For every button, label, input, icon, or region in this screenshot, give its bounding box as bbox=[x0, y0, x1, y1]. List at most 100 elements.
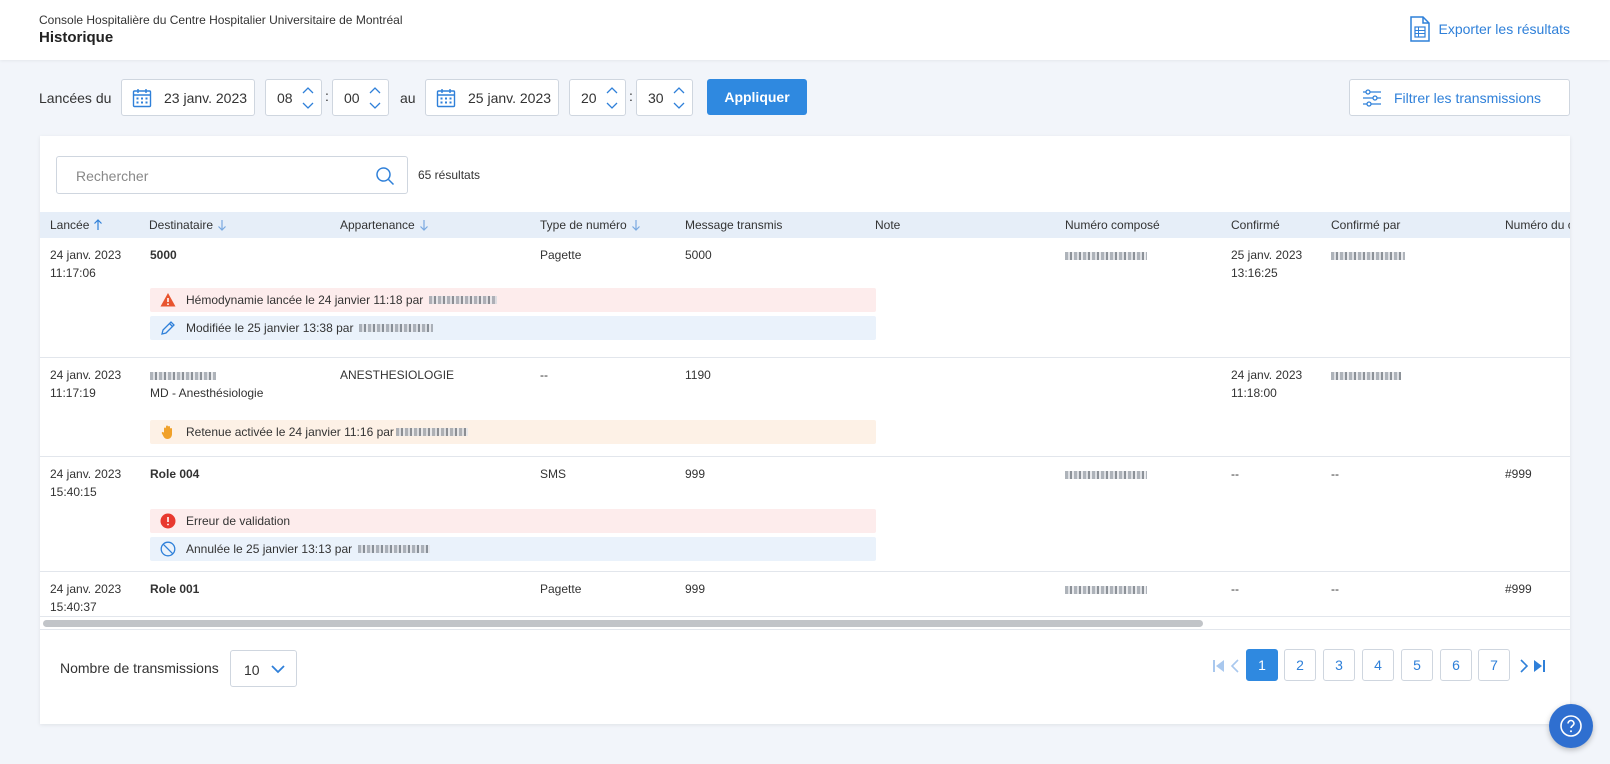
confirmed-by-cell: -- bbox=[1331, 467, 1339, 481]
column-label: Destinataire bbox=[149, 218, 214, 232]
start-hour-value: 08 bbox=[277, 90, 293, 106]
number-cell: #999 bbox=[1505, 467, 1532, 481]
dialed-number-cell bbox=[1065, 580, 1147, 598]
page-size-select[interactable]: 10 bbox=[230, 650, 297, 687]
page-button-5[interactable]: 5 bbox=[1401, 649, 1433, 681]
next-page-icon[interactable] bbox=[1517, 659, 1531, 673]
previous-page-icon[interactable] bbox=[1228, 659, 1242, 673]
cancel-icon bbox=[160, 541, 176, 557]
sort-descending-icon[interactable] bbox=[631, 219, 641, 231]
sort-ascending-icon[interactable] bbox=[93, 219, 103, 231]
recipient-cell: Role 001 bbox=[150, 582, 200, 596]
end-hour-value: 20 bbox=[581, 90, 597, 106]
column-label: Message transmis bbox=[685, 218, 783, 232]
first-page-icon[interactable] bbox=[1212, 659, 1226, 673]
column-label: Type de numéro bbox=[540, 218, 627, 232]
page-button-1[interactable]: 1 bbox=[1246, 649, 1278, 681]
document-list-icon bbox=[1409, 16, 1430, 42]
alert-text: Retenue activée le 24 janvier 11:16 par bbox=[186, 425, 394, 439]
end-minute-stepper[interactable]: 30 bbox=[636, 79, 693, 116]
export-results-label: Exporter les résultats bbox=[1438, 21, 1571, 37]
column-label: Confirmé par bbox=[1331, 218, 1401, 232]
redacted-text bbox=[1065, 585, 1147, 594]
message-cell: 999 bbox=[685, 582, 706, 596]
message-cell: 999 bbox=[685, 467, 706, 481]
page-size-label: Nombre de transmissions bbox=[60, 660, 219, 676]
page-button-7[interactable]: 7 bbox=[1478, 649, 1510, 681]
column-header-number: Numéro du c bbox=[1505, 218, 1570, 232]
export-results-button[interactable]: Exporter les résultats bbox=[1409, 16, 1571, 42]
search-icon[interactable] bbox=[375, 166, 395, 186]
confirmed-date: 25 janv. 2023 bbox=[1231, 248, 1303, 262]
column-header-number-type[interactable]: Type de numéro bbox=[540, 218, 641, 232]
start-hour-stepper[interactable]: 08 bbox=[265, 79, 322, 116]
column-header-launched[interactable]: Lancée bbox=[50, 218, 103, 232]
column-label: Confirmé bbox=[1231, 218, 1280, 232]
launched-cell: 24 janv. 2023 15:40:15 bbox=[50, 465, 121, 501]
launched-time: 15:40:37 bbox=[50, 600, 97, 614]
error-icon bbox=[160, 513, 176, 529]
alert-cancelled: Annulée le 25 janvier 13:13 par bbox=[150, 537, 876, 561]
horizontal-scrollbar[interactable] bbox=[40, 616, 1570, 630]
stepper-arrows-icon[interactable] bbox=[301, 84, 315, 112]
table-row[interactable]: 24 janv. 2023 11:17:19 MD - Anesthésiolo… bbox=[40, 358, 1570, 457]
confirmed-cell: -- bbox=[1231, 467, 1239, 481]
table-header: Lancée Destinataire Appartenance Type de… bbox=[40, 212, 1570, 238]
filter-transmissions-button[interactable]: Filtrer les transmissions bbox=[1349, 79, 1570, 116]
page-button-3[interactable]: 3 bbox=[1323, 649, 1355, 681]
scrollbar-thumb[interactable] bbox=[43, 620, 1203, 627]
confirmed-cell: -- bbox=[1231, 582, 1239, 596]
page-title: Historique bbox=[39, 29, 114, 46]
hand-icon bbox=[161, 425, 172, 439]
column-label: Appartenance bbox=[340, 218, 415, 232]
search-placeholder: Rechercher bbox=[76, 168, 149, 184]
filter-bar: Lancées du 23 janv. 2023 08 : 00 au 25 j… bbox=[0, 78, 1610, 118]
start-minute-stepper[interactable]: 00 bbox=[332, 79, 389, 116]
confirmed-by-cell: -- bbox=[1331, 582, 1339, 596]
alert-text: Erreur de validation bbox=[186, 514, 291, 528]
sliders-icon bbox=[1363, 88, 1381, 107]
column-header-affiliation[interactable]: Appartenance bbox=[340, 218, 429, 232]
confirmed-time: 11:18:00 bbox=[1231, 386, 1277, 400]
table-row[interactable]: 24 janv. 2023 15:40:37 Role 001 Pagette … bbox=[40, 572, 1570, 616]
message-cell: 5000 bbox=[685, 248, 712, 262]
stepper-arrows-icon[interactable] bbox=[672, 84, 686, 112]
time-separator: : bbox=[325, 88, 329, 104]
start-minute-value: 00 bbox=[344, 90, 360, 106]
end-date-value: 25 janv. 2023 bbox=[468, 89, 552, 106]
end-date-picker[interactable]: 25 janv. 2023 bbox=[425, 79, 559, 116]
start-date-picker[interactable]: 23 janv. 2023 bbox=[121, 79, 255, 116]
time-separator: : bbox=[629, 88, 633, 104]
launched-date: 24 janv. 2023 bbox=[50, 368, 122, 382]
stepper-arrows-icon[interactable] bbox=[605, 84, 619, 112]
column-header-recipient[interactable]: Destinataire bbox=[149, 218, 227, 232]
apply-button[interactable]: Appliquer bbox=[707, 79, 807, 115]
table-row[interactable]: 24 janv. 2023 11:17:06 5000 Pagette 5000… bbox=[40, 238, 1570, 358]
sort-descending-icon[interactable] bbox=[419, 219, 429, 231]
table-row[interactable]: 24 janv. 2023 15:40:15 Role 004 SMS 999 … bbox=[40, 457, 1570, 572]
confirmed-date: 24 janv. 2023 bbox=[1231, 368, 1303, 382]
end-hour-stepper[interactable]: 20 bbox=[569, 79, 626, 116]
page-button-2[interactable]: 2 bbox=[1284, 649, 1316, 681]
launched-time: 11:17:19 bbox=[50, 386, 96, 400]
page-button-4[interactable]: 4 bbox=[1362, 649, 1394, 681]
redacted-text bbox=[359, 324, 434, 332]
confirmed-cell: 24 janv. 2023 11:18:00 bbox=[1231, 366, 1302, 402]
search-input[interactable]: Rechercher bbox=[56, 156, 408, 194]
launched-cell: 24 janv. 2023 11:17:19 bbox=[50, 366, 121, 402]
last-page-icon[interactable] bbox=[1532, 659, 1546, 673]
page-button-6[interactable]: 6 bbox=[1440, 649, 1472, 681]
column-header-note: Note bbox=[875, 218, 900, 232]
number-cell: #999 bbox=[1505, 582, 1532, 596]
alert-error: Erreur de validation bbox=[150, 509, 876, 533]
alert-text: Hémodynamie lancée le 24 janvier 11:18 p… bbox=[186, 293, 424, 307]
stepper-arrows-icon[interactable] bbox=[368, 84, 382, 112]
column-header-confirmed: Confirmé bbox=[1231, 218, 1280, 232]
end-minute-value: 30 bbox=[648, 90, 664, 106]
launched-time: 11:17:06 bbox=[50, 266, 96, 280]
column-label: Lancée bbox=[50, 218, 90, 232]
confirmed-time: 13:16:25 bbox=[1231, 266, 1278, 280]
sort-descending-icon[interactable] bbox=[217, 219, 227, 231]
help-button[interactable] bbox=[1549, 704, 1593, 748]
column-header-confirmed-by: Confirmé par bbox=[1331, 218, 1400, 232]
